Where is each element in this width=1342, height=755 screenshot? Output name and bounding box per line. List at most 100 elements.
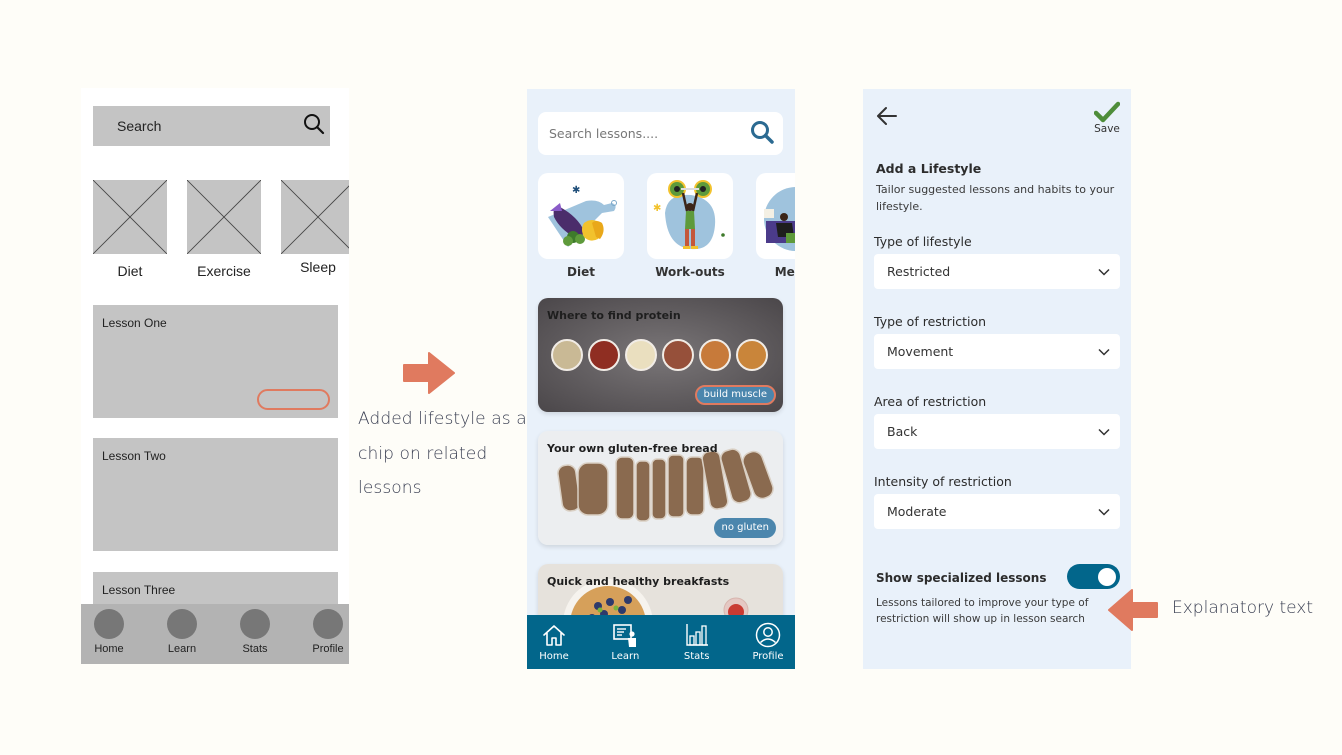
wireframe-screen: Search Diet Exercise Sleep Lesson One Le…: [81, 88, 349, 664]
page-title: Add a Lifestyle: [876, 161, 982, 176]
restriction-area-field: Area of restriction Back: [874, 394, 1120, 449]
category-label: Work-outs: [655, 265, 725, 279]
select-value: Restricted: [887, 264, 951, 279]
learn-screen: Search lessons.... ✱ Diet ✱ Work-outs Me…: [527, 89, 795, 669]
wireframe-lesson-card[interactable]: Lesson One: [93, 305, 338, 418]
diet-illustration-icon: ✱: [538, 173, 624, 259]
nav-stats[interactable]: Stats: [682, 622, 712, 669]
nav-label: Home: [539, 651, 569, 662]
page-subtitle: Tailor suggested lessons and habits to y…: [876, 183, 1115, 213]
save-label: Save: [1094, 123, 1120, 135]
lifestyle-type-field: Type of lifestyle Restricted: [874, 234, 1120, 289]
select-value: Moderate: [887, 504, 947, 519]
restriction-intensity-select[interactable]: Moderate: [874, 494, 1120, 529]
chevron-down-icon: [1098, 268, 1110, 276]
nav-label: Profile: [752, 651, 784, 662]
svg-text:✱: ✱: [572, 185, 580, 196]
field-label: Type of lifestyle: [874, 234, 972, 249]
arrow-left-icon[interactable]: [876, 106, 898, 126]
explanatory-annotation: Explanatory text: [1172, 598, 1313, 618]
wireframe-nav-stats[interactable]: Stats: [237, 609, 273, 664]
lesson-card[interactable]: Your own gluten-free bread no gluten: [538, 431, 783, 545]
home-icon: [94, 609, 124, 639]
nav-label: Learn: [167, 643, 197, 655]
add-lifestyle-screen: Save Add a Lifestyle Tailor suggested le…: [863, 89, 1131, 669]
nav-learn[interactable]: Learn: [610, 622, 640, 669]
field-label: Area of restriction: [874, 394, 987, 409]
wireframe-category-diet[interactable]: Diet: [93, 180, 167, 279]
wireframe-category-exercise[interactable]: Exercise: [187, 180, 261, 279]
wireframe-category-sleep[interactable]: Sleep: [281, 180, 349, 279]
nav-label: Learn: [611, 651, 640, 662]
image-placeholder-icon: [93, 180, 167, 254]
stats-icon: [240, 609, 270, 639]
category-carousel: ✱ Diet ✱ Work-outs Me: [538, 173, 795, 279]
image-placeholder-icon: [281, 180, 349, 254]
specialized-lessons-description: Lessons tailored to improve your type of…: [876, 597, 1089, 625]
nav-label: Stats: [683, 651, 710, 662]
stats-icon: [685, 624, 708, 646]
checkmark-icon: [1094, 101, 1120, 123]
save-button[interactable]: Save: [1094, 101, 1120, 135]
wireframe-search-bar[interactable]: Search: [93, 106, 330, 146]
lesson-title: Where to find protein: [547, 309, 681, 322]
wireframe-nav-home[interactable]: Home: [91, 609, 127, 664]
lesson-title: Lesson Three: [102, 583, 176, 597]
arrow-right-icon: [403, 352, 455, 394]
chip-annotation: Added lifestyle as a chip on related les…: [358, 409, 527, 498]
specialized-lessons-label: Show specialized lessons: [876, 571, 1047, 585]
home-icon: [543, 625, 565, 646]
image-placeholder-icon: [187, 180, 261, 254]
category-diet[interactable]: ✱ Diet: [538, 173, 624, 279]
nav-home[interactable]: Home: [539, 622, 569, 669]
lifestyle-chip[interactable]: no gluten: [714, 518, 776, 538]
lesson-title: Lesson One: [102, 316, 167, 330]
chevron-down-icon: [1098, 348, 1110, 356]
lifestyle-chip[interactable]: build muscle: [694, 385, 776, 405]
arrow-left-annotation-icon: [1108, 589, 1158, 631]
learn-icon: [167, 609, 197, 639]
restriction-type-select[interactable]: Movement: [874, 334, 1120, 369]
lifestyle-type-select[interactable]: Restricted: [874, 254, 1120, 289]
category-label: Mentor: [774, 265, 795, 279]
lesson-card[interactable]: Where to find protein build muscle: [538, 298, 783, 412]
wireframe-nav-learn[interactable]: Learn: [164, 609, 200, 664]
field-label: Intensity of restriction: [874, 474, 1012, 489]
search-icon[interactable]: [302, 112, 326, 141]
specialized-lessons-toggle[interactable]: [1067, 564, 1120, 589]
lesson-search-input[interactable]: Search lessons....: [538, 112, 783, 155]
search-placeholder: Search lessons....: [549, 126, 659, 141]
svg-text:✱: ✱: [653, 203, 661, 214]
wireframe-categories: Diet Exercise Sleep: [93, 180, 349, 279]
restriction-type-field: Type of restriction Movement: [874, 314, 1120, 369]
category-label: Diet: [567, 265, 595, 279]
bottom-nav: Home Learn Stats Profile: [527, 615, 795, 669]
restriction-area-select[interactable]: Back: [874, 414, 1120, 449]
wireframe-lesson-card[interactable]: Lesson Two: [93, 438, 338, 551]
workout-illustration-icon: ✱: [647, 173, 733, 259]
profile-icon: [313, 609, 343, 639]
nav-label: Home: [94, 643, 124, 655]
lesson-title: Your own gluten-free bread: [547, 442, 718, 455]
lifestyle-chip-placeholder[interactable]: [257, 389, 330, 410]
lesson-title: Lesson Two: [102, 449, 166, 463]
wireframe-bottom-nav: Home Learn Stats Profile: [81, 604, 349, 664]
wireframe-search-label: Search: [117, 118, 162, 134]
category-workouts[interactable]: ✱ Work-outs: [647, 173, 733, 279]
chevron-down-icon: [1098, 508, 1110, 516]
toggle-knob: [1098, 567, 1116, 586]
category-mentor[interactable]: Mentor: [756, 173, 795, 279]
learn-icon: [613, 624, 637, 647]
field-label: Type of restriction: [874, 314, 987, 329]
search-icon[interactable]: [749, 119, 775, 149]
nav-label: Profile: [312, 643, 344, 655]
nav-profile[interactable]: Profile: [752, 622, 784, 669]
category-label: Diet: [117, 263, 143, 279]
restriction-intensity-field: Intensity of restriction Moderate: [874, 474, 1120, 529]
select-value: Movement: [887, 344, 954, 359]
mentor-illustration-icon: [756, 173, 795, 259]
nav-label: Stats: [242, 643, 268, 655]
wireframe-nav-profile[interactable]: Profile: [310, 609, 346, 664]
category-label: Exercise: [197, 263, 251, 279]
profile-icon: [755, 622, 781, 648]
